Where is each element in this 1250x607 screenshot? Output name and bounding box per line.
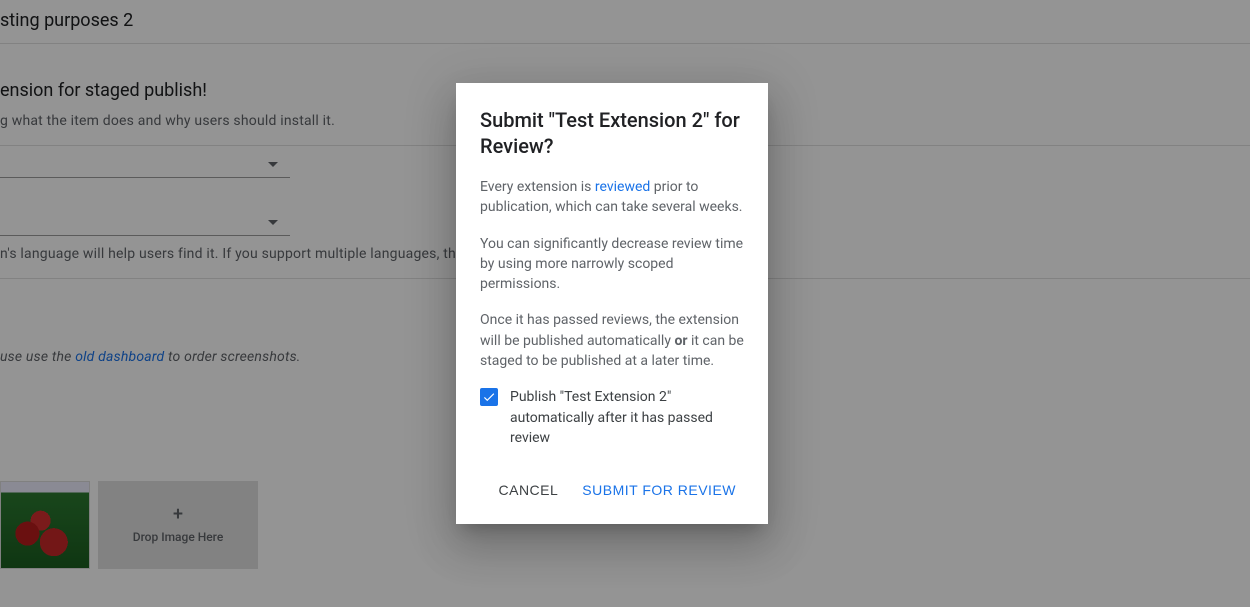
check-icon xyxy=(482,390,496,404)
auto-publish-label: Publish "Test Extension 2" automatically… xyxy=(510,387,744,448)
dialog-paragraph: Once it has passed reviews, the extensio… xyxy=(480,310,744,371)
dialog-title: Submit "Test Extension 2" for Review? xyxy=(480,107,744,159)
dialog-actions: Cancel Submit for Review xyxy=(480,468,744,512)
dialog-paragraph: Every extension is reviewed prior to pub… xyxy=(480,177,744,218)
auto-publish-checkbox[interactable] xyxy=(480,388,498,406)
dialog-paragraph: You can significantly decrease review ti… xyxy=(480,234,744,295)
reviewed-link[interactable]: reviewed xyxy=(595,179,650,195)
text: Every extension is xyxy=(480,179,595,195)
cancel-button[interactable]: Cancel xyxy=(491,474,567,506)
text-bold: or xyxy=(674,333,687,349)
submit-review-dialog: Submit "Test Extension 2" for Review? Ev… xyxy=(456,83,768,524)
submit-for-review-button[interactable]: Submit for Review xyxy=(574,474,744,506)
